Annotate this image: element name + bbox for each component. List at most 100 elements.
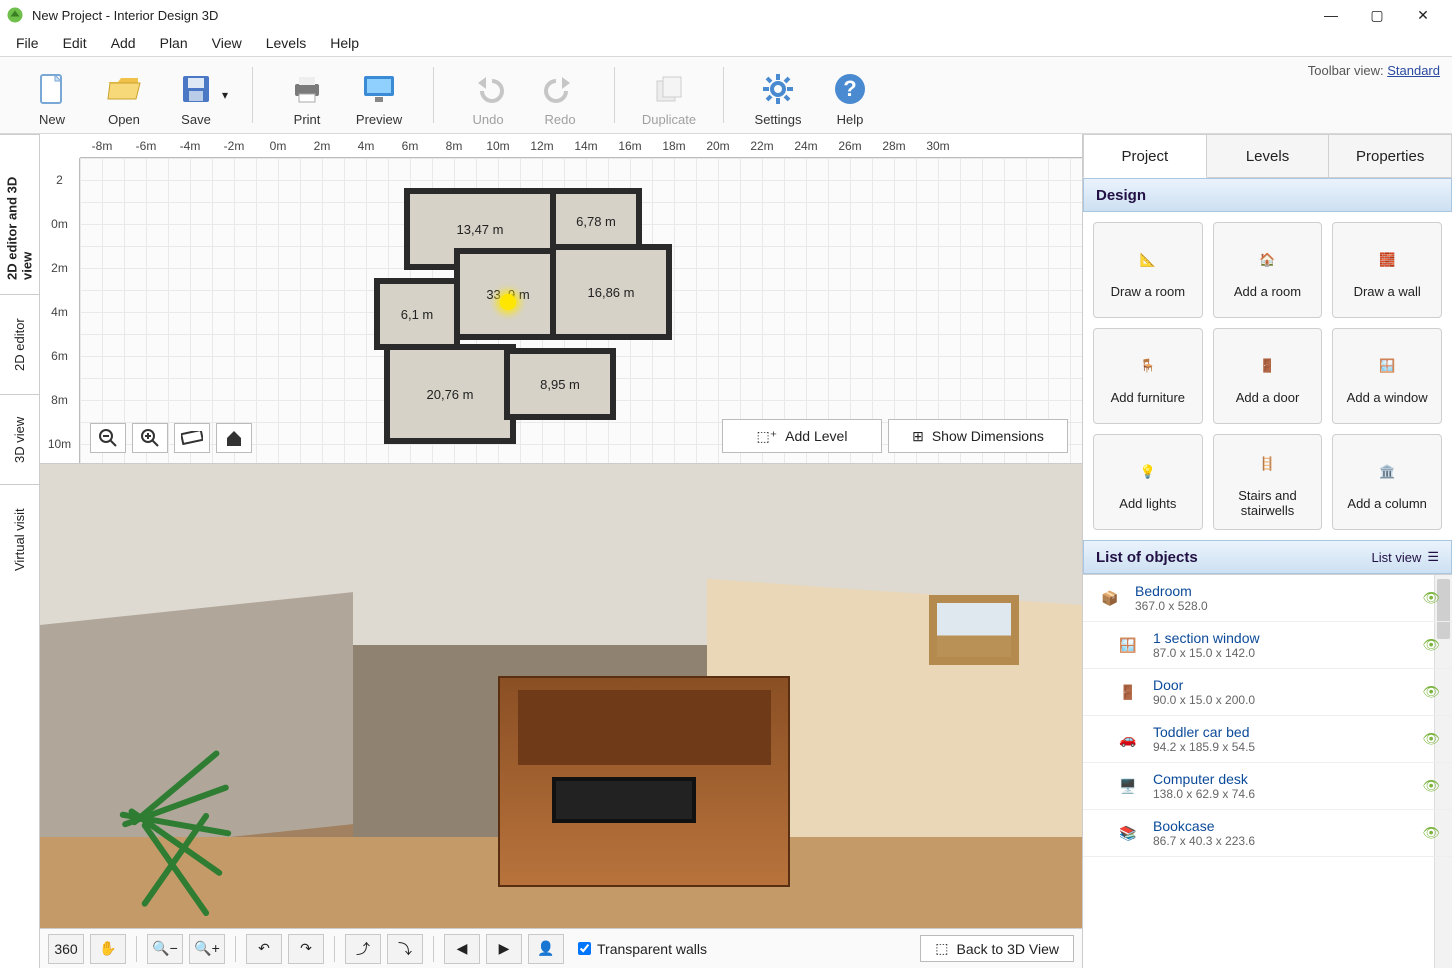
floorplan-room[interactable]: 8,95 m [510, 354, 610, 414]
add-door-button[interactable]: 🚪Add a door [1213, 328, 1323, 424]
tab-2d3d[interactable]: 2D editor and 3D view [0, 134, 39, 294]
menu-add[interactable]: Add [101, 33, 146, 53]
floorplan-room[interactable]: 6,1 m [380, 284, 454, 344]
object-name: Bedroom [1135, 583, 1208, 599]
objects-header: List of objects List view ☰ [1083, 540, 1452, 574]
canvas-2d[interactable]: 13,47 m6,78 m33, 9 m16,86 m6,1 m20,76 m8… [80, 158, 1082, 463]
view-3d[interactable]: 360 ✋ 🔍− 🔍+ ↶ ↷ ⤴ ⤵ ◀ ▶ 👤 Transparent wa… [40, 464, 1082, 968]
zoom-out-button[interactable] [90, 423, 126, 453]
floorplan-room[interactable]: 6,78 m [556, 194, 636, 249]
tab-virtual-visit[interactable]: Virtual visit [0, 484, 39, 594]
zoom-in-3d-button[interactable]: 🔍+ [189, 934, 225, 964]
tab-project[interactable]: Project [1083, 134, 1207, 178]
measure-button[interactable] [174, 423, 210, 453]
object-size: 87.0 x 15.0 x 142.0 [1153, 646, 1260, 660]
tilt-up-button[interactable]: ⤴ [345, 934, 381, 964]
tab-2d[interactable]: 2D editor [0, 294, 39, 394]
view-2d[interactable]: -8m-6m-4m-2m0m2m4m6m8m10m12m14m16m18m20m… [40, 134, 1082, 464]
object-name: Door [1153, 677, 1255, 693]
toolbar-separator [252, 67, 253, 123]
toolbar-separator [433, 67, 434, 123]
close-button[interactable]: ✕ [1400, 0, 1446, 30]
list-view-toggle[interactable]: List view ☰ [1371, 549, 1439, 565]
new-button[interactable]: New [16, 63, 88, 127]
redo-button[interactable]: Redo [524, 63, 596, 127]
draw-room-button[interactable]: 📐Draw a room [1093, 222, 1203, 318]
transparent-walls-checkbox[interactable]: Transparent walls [578, 941, 707, 957]
home-button[interactable] [216, 423, 252, 453]
preview-button[interactable]: Preview [343, 63, 415, 127]
add-column-button[interactable]: 🏛️Add a column [1332, 434, 1442, 530]
help-button[interactable]: ? Help [814, 63, 886, 127]
add-furniture-button[interactable]: 🪑Add furniture [1093, 328, 1203, 424]
object-list-item[interactable]: 🚪Door90.0 x 15.0 x 200.0👁 [1083, 669, 1452, 716]
undo-button[interactable]: Undo [452, 63, 524, 127]
tab-levels[interactable]: Levels [1207, 134, 1330, 178]
tilt-down-button[interactable]: ⤵ [387, 934, 423, 964]
show-dimensions-button[interactable]: ⊞ Show Dimensions [888, 419, 1068, 453]
tab-3d[interactable]: 3D view [0, 394, 39, 484]
object-list-item[interactable]: 📚Bookcase86.7 x 40.3 x 223.6👁 [1083, 810, 1452, 857]
tab-properties[interactable]: Properties [1329, 134, 1452, 178]
back-to-3d-button[interactable]: ⬚ Back to 3D View [920, 935, 1074, 962]
object-list-item[interactable]: 🪟1 section window87.0 x 15.0 x 142.0👁 [1083, 622, 1452, 669]
monitor-icon [360, 70, 398, 108]
titlebar: New Project - Interior Design 3D — ▢ ✕ [0, 0, 1452, 30]
render-plant [82, 766, 270, 947]
add-window-button[interactable]: 🪟Add a window [1332, 328, 1442, 424]
canvas-icon-toolbar [90, 423, 252, 453]
toolbar-separator [614, 67, 615, 123]
object-list[interactable]: ▲ 📦Bedroom367.0 x 528.0👁🪟1 section windo… [1083, 574, 1452, 968]
visibility-eye-icon[interactable]: 👁 [1422, 825, 1440, 842]
rotate-left-button[interactable]: ↶ [246, 934, 282, 964]
add-lights-button[interactable]: 💡Add lights [1093, 434, 1203, 530]
window-title: New Project - Interior Design 3D [32, 8, 1308, 23]
visibility-eye-icon[interactable]: 👁 [1422, 637, 1440, 654]
menu-file[interactable]: File [6, 33, 49, 53]
nudge-left-button[interactable]: ◀ [444, 934, 480, 964]
undo-icon [469, 70, 507, 108]
save-dropdown[interactable]: ▾ [222, 88, 228, 102]
column-icon: 🏛️ [1367, 454, 1407, 490]
object-icon: 📚 [1113, 818, 1143, 848]
floorplan-room[interactable]: 20,76 m [390, 350, 510, 438]
menu-help[interactable]: Help [320, 33, 369, 53]
visibility-eye-icon[interactable]: 👁 [1422, 684, 1440, 701]
stairs-button[interactable]: 🪜Stairs and stairwells [1213, 434, 1323, 530]
rotate-right-button[interactable]: ↷ [288, 934, 324, 964]
toolbar-view-link[interactable]: Standard [1387, 63, 1440, 78]
menu-edit[interactable]: Edit [53, 33, 97, 53]
print-button[interactable]: Print [271, 63, 343, 127]
object-list-item[interactable]: 📦Bedroom367.0 x 528.0👁 [1083, 575, 1452, 622]
draw-wall-button[interactable]: 🧱Draw a wall [1332, 222, 1442, 318]
settings-button[interactable]: Settings [742, 63, 814, 127]
menu-plan[interactable]: Plan [150, 33, 198, 53]
minimize-button[interactable]: — [1308, 0, 1354, 30]
cube-icon: ⬚ [935, 940, 948, 957]
ruler-horizontal: -8m-6m-4m-2m0m2m4m6m8m10m12m14m16m18m20m… [80, 134, 1082, 158]
zoom-out-3d-button[interactable]: 🔍− [147, 934, 183, 964]
object-list-item[interactable]: 🚗Toddler car bed94.2 x 185.9 x 54.5👁 [1083, 716, 1452, 763]
floorplan[interactable]: 13,47 m6,78 m33, 9 m16,86 m6,1 m20,76 m8… [380, 194, 680, 454]
duplicate-button[interactable]: Duplicate [633, 63, 705, 127]
visibility-eye-icon[interactable]: 👁 [1422, 778, 1440, 795]
object-size: 90.0 x 15.0 x 200.0 [1153, 693, 1255, 707]
person-view-button[interactable]: 👤 [528, 934, 564, 964]
pan-button[interactable]: ✋ [90, 934, 126, 964]
render-painting [929, 595, 1019, 665]
floorplan-room[interactable]: 16,86 m [556, 250, 666, 334]
nudge-right-button[interactable]: ▶ [486, 934, 522, 964]
help-icon: ? [831, 70, 869, 108]
add-level-button[interactable]: ⬚⁺ Add Level [722, 419, 882, 453]
open-button[interactable]: Open [88, 63, 160, 127]
visibility-eye-icon[interactable]: 👁 [1422, 590, 1440, 607]
visibility-eye-icon[interactable]: 👁 [1422, 731, 1440, 748]
zoom-in-button[interactable] [132, 423, 168, 453]
rotate360-button[interactable]: 360 [48, 934, 84, 964]
maximize-button[interactable]: ▢ [1354, 0, 1400, 30]
menu-levels[interactable]: Levels [256, 33, 316, 53]
object-list-item[interactable]: 🖥️Computer desk138.0 x 62.9 x 74.6👁 [1083, 763, 1452, 810]
add-room-button[interactable]: 🏠Add a room [1213, 222, 1323, 318]
camera-marker[interactable] [500, 294, 516, 310]
menu-view[interactable]: View [202, 33, 252, 53]
